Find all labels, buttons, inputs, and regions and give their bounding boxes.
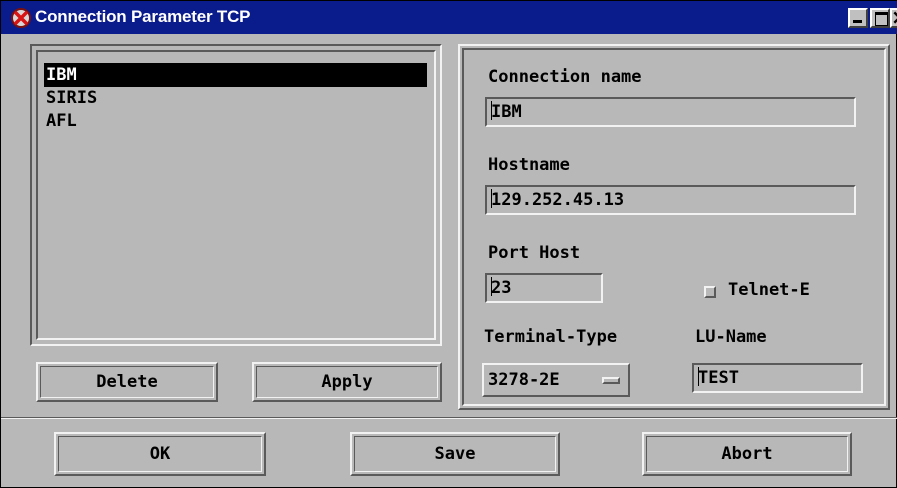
hostname-value: 129.252.45.13: [491, 190, 625, 210]
window-title: Connection Parameter TCP: [35, 7, 251, 26]
hostname-field[interactable]: 129.252.45.13: [485, 185, 856, 215]
hostname-label: Hostname: [488, 155, 570, 175]
maximize-icon[interactable]: [870, 8, 890, 28]
option-menu-indicator-icon: [602, 377, 620, 384]
save-button-label: Save: [354, 436, 556, 472]
lu-name-field[interactable]: TEST: [692, 363, 863, 393]
connection-list-frame: IBM SIRIS AFL: [30, 44, 442, 346]
list-item-afl[interactable]: AFL: [46, 109, 77, 133]
terminal-type-value: 3278-2E: [488, 370, 560, 390]
delete-button[interactable]: Delete: [36, 362, 218, 402]
connection-name-value: IBM: [491, 102, 522, 122]
connection-list[interactable]: IBM SIRIS AFL: [36, 50, 436, 340]
lu-name-value: TEST: [698, 368, 739, 388]
port-host-field[interactable]: 23: [485, 273, 603, 303]
lu-name-label: LU-Name: [695, 327, 767, 347]
minimize-icon[interactable]: [848, 8, 868, 28]
apply-button-label: Apply: [256, 366, 438, 398]
list-item-ibm[interactable]: IBM: [44, 63, 427, 87]
title-bar[interactable]: Connection Parameter TCP: [1, 1, 897, 34]
terminal-type-label: Terminal-Type: [484, 327, 618, 347]
abort-button-label: Abort: [646, 436, 848, 472]
port-host-label: Port Host: [488, 243, 581, 263]
connection-list-panel: IBM SIRIS AFL: [30, 44, 442, 346]
port-host-value: 23: [491, 278, 512, 298]
x-circle-icon[interactable]: [10, 7, 32, 29]
connection-parameter-window: Connection Parameter TCP IBM SIRIS AFL D…: [0, 0, 897, 488]
separator: [1, 417, 897, 419]
delete-button-label: Delete: [40, 366, 214, 398]
save-button[interactable]: Save: [350, 432, 560, 476]
telnet-checkbox[interactable]: [704, 286, 716, 298]
connection-name-field[interactable]: IBM: [485, 97, 856, 127]
telnet-label[interactable]: Telnet-E: [728, 280, 810, 300]
terminal-type-select[interactable]: 3278-2E: [482, 363, 630, 397]
close-icon[interactable]: [890, 5, 897, 29]
connection-name-label: Connection name: [488, 67, 642, 87]
list-item-siris[interactable]: SIRIS: [46, 86, 97, 110]
ok-button[interactable]: OK: [54, 432, 266, 476]
apply-button[interactable]: Apply: [252, 362, 442, 402]
abort-button[interactable]: Abort: [642, 432, 852, 476]
ok-button-label: OK: [58, 436, 262, 472]
